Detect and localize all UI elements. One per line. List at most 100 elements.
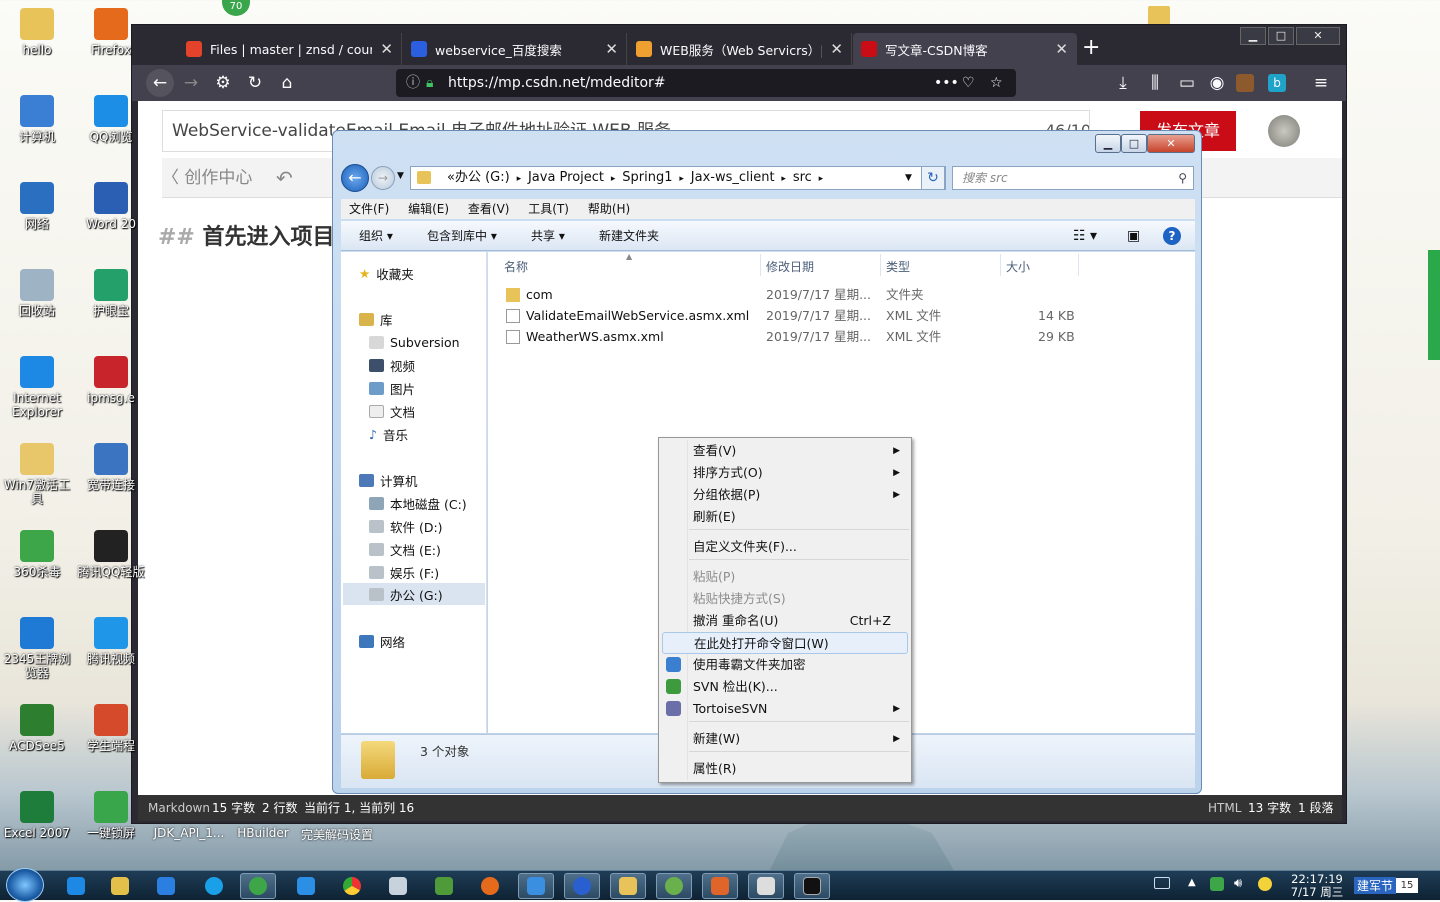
nav-drive-e[interactable]: 文档 (E:) [369, 540, 441, 558]
nav-drive-f[interactable]: 娱乐 (F:) [369, 563, 439, 581]
desktop-icon-col1-2[interactable]: 网络 [0, 182, 74, 231]
tab-webservices[interactable]: WEB服务（Web Servicrs）| 免 ✕ [628, 33, 852, 65]
account-icon[interactable]: ◉ [1204, 71, 1230, 95]
breadcrumb-item[interactable]: « [447, 170, 455, 185]
desktop-icon-col2-2[interactable]: Word 20 [74, 182, 148, 231]
nav-drive-c[interactable]: 本地磁盘 (C:) [369, 494, 467, 512]
breadcrumb-item[interactable]: Jax-ws_client [691, 170, 775, 185]
keyboard-icon[interactable] [1154, 877, 1170, 889]
taskbar-explorer[interactable] [610, 873, 646, 899]
desktop-icon-col2-9[interactable]: 一键锁屏 [74, 791, 148, 840]
context-menu-item[interactable]: 分组依据(P) ▶ [662, 484, 908, 506]
desktop-icon-col2-6[interactable]: 腾讯QQ轻版 [74, 530, 148, 579]
desktop-icon-col2-5[interactable]: 宽带连接 [74, 443, 148, 492]
clock[interactable]: 22:17:19 7/17 周三 [1284, 873, 1350, 899]
desktop-icon-decoder[interactable]: 完美解码设置 [300, 826, 374, 843]
include-library-button[interactable]: 包含到库中 ▾ [427, 221, 497, 251]
new-tab-button[interactable]: + [1082, 33, 1100, 63]
address-bar[interactable]: «办公 (G:) ▸ Java Project ▸ Spring1 ▸ Jax-… [410, 166, 946, 190]
address-dropdown-icon[interactable]: ▼ [905, 167, 912, 189]
taskbar-docs[interactable] [380, 873, 416, 899]
back-to-center[interactable]: 〈 创作中心 [162, 158, 252, 198]
explorer-minimize-button[interactable]: ▁ [1095, 134, 1121, 153]
sidebar-icon[interactable]: ▭ [1174, 71, 1200, 95]
share-button[interactable]: 共享 ▾ [531, 221, 565, 251]
preview-pane-icon[interactable]: ▣ [1127, 221, 1140, 251]
context-menu-item[interactable]: 粘贴快捷方式(S) [662, 588, 908, 610]
breadcrumb-item[interactable]: 办公 (G:) [455, 170, 510, 185]
menu-icon[interactable]: ≡ [1308, 71, 1334, 95]
taskbar-ppt[interactable] [702, 873, 738, 899]
nav-network[interactable]: 网络 [359, 632, 405, 650]
breadcrumb-separator-icon[interactable]: ▸ [608, 174, 618, 184]
pocket-icon[interactable]: ♡ [962, 69, 975, 97]
desktop-icon-col2-0[interactable]: Firefox [74, 8, 148, 57]
nav-documents[interactable]: 文档 [369, 402, 415, 420]
explorer-maximize-button[interactable]: □ [1121, 134, 1147, 153]
desktop-icon-col1-0[interactable]: hello [0, 8, 74, 57]
breadcrumb-separator-icon[interactable]: ▸ [514, 174, 524, 184]
taskbar-ie[interactable] [58, 873, 94, 899]
minimize-button[interactable]: ▁ [1240, 27, 1266, 45]
taskbar-edge[interactable] [148, 873, 184, 899]
bookmark-star-icon[interactable]: ☆ [990, 69, 1003, 97]
back-icon[interactable]: ← [146, 69, 174, 97]
desktop-icon-col1-1[interactable]: 计算机 [0, 95, 74, 144]
file-row[interactable]: com 2019/7/17 星期... 文件夹 [503, 285, 1183, 305]
desktop-icon-col2-3[interactable]: 护眼宝 [74, 269, 148, 318]
desktop-icon-col2-7[interactable]: 腾讯视频 [74, 617, 148, 666]
context-menu-item[interactable]: 新建(W) ▶ [662, 728, 908, 750]
context-menu-item[interactable]: SVN 检出(K)... [662, 676, 908, 698]
forward-icon[interactable]: → [178, 71, 204, 95]
nav-drive-d[interactable]: 软件 (D:) [369, 517, 443, 535]
taskbar-ie2[interactable] [288, 873, 324, 899]
column-type[interactable]: 类型 [886, 258, 910, 275]
calendar-day[interactable]: 15 [1396, 878, 1418, 893]
desktop-icon-col2-1[interactable]: QQ浏览 [74, 95, 148, 144]
taskbar-app2[interactable] [426, 873, 462, 899]
context-menu-item[interactable]: 在此处打开命令窗口(W) [662, 632, 908, 654]
context-menu-item[interactable]: 使用毒霸文件夹加密 [662, 654, 908, 676]
menu-edit[interactable]: 编辑(E) [408, 202, 449, 216]
url-bar[interactable]: ⓘ 🔒︎ https://mp.csdn.net/mdeditor# ••• ♡… [396, 69, 1016, 97]
column-size[interactable]: 大小 [1006, 258, 1030, 275]
explorer-close-button[interactable]: ✕ [1147, 134, 1195, 153]
refresh-icon[interactable]: ↻ [921, 166, 945, 190]
volume-icon[interactable]: 🔊︎ [1234, 876, 1242, 891]
taskbar-app3[interactable] [518, 873, 554, 899]
desktop-icon-col1-4[interactable]: Internet Explorer [0, 356, 74, 419]
breadcrumb-separator-icon[interactable]: ▸ [816, 174, 824, 184]
maximize-button[interactable]: □ [1268, 27, 1294, 45]
taskbar-app4[interactable] [656, 873, 692, 899]
markdown-heading[interactable]: ## 首先进入项目 [158, 219, 335, 251]
security-tray-icon[interactable] [1210, 877, 1224, 891]
breadcrumb-separator-icon[interactable]: ▸ [677, 174, 687, 184]
desktop-icon-col1-3[interactable]: 回收站 [0, 269, 74, 318]
tray-app-icon[interactable] [1258, 877, 1272, 891]
extension-icon[interactable] [1236, 74, 1254, 92]
tray-expand-icon[interactable]: ▲ [1188, 877, 1196, 888]
taskbar-firefox-open[interactable] [564, 873, 600, 899]
undo-icon[interactable]: ↶ [276, 158, 293, 198]
nav-videos[interactable]: 视频 [369, 356, 415, 374]
nav-libraries[interactable]: 库 [359, 310, 393, 328]
desktop-icon-col2-8[interactable]: 学生端程 [74, 704, 148, 753]
nav-music[interactable]: ♪ 音乐 [369, 425, 408, 443]
close-tab-icon[interactable]: ✕ [380, 40, 393, 58]
context-menu-item[interactable]: TortoiseSVN ▶ [662, 698, 908, 720]
taskbar-app[interactable] [102, 873, 138, 899]
taskbar-chrome[interactable] [334, 873, 370, 899]
breadcrumb-separator-icon[interactable]: ▸ [779, 174, 789, 184]
desktop-icon-col1-9[interactable]: Excel 2007 [0, 791, 74, 840]
context-menu-item[interactable]: 自定义文件夹(F)... [662, 536, 908, 558]
menu-file[interactable]: 文件(F) [349, 202, 389, 216]
taskbar-qqbrowser[interactable] [196, 873, 232, 899]
nav-subversion[interactable]: Subversion [369, 333, 460, 351]
desktop-icon-col1-6[interactable]: 360杀毒 [0, 530, 74, 579]
breadcrumb-item[interactable]: Java Project [528, 170, 604, 185]
reload-icon[interactable]: ↻ [242, 71, 268, 95]
view-options-icon[interactable]: ☷ ▾ [1073, 221, 1097, 251]
close-window-button[interactable]: ✕ [1296, 27, 1340, 45]
search-input[interactable]: 搜索 src ⚲ [952, 166, 1194, 190]
column-name[interactable]: 名称 [504, 258, 528, 275]
